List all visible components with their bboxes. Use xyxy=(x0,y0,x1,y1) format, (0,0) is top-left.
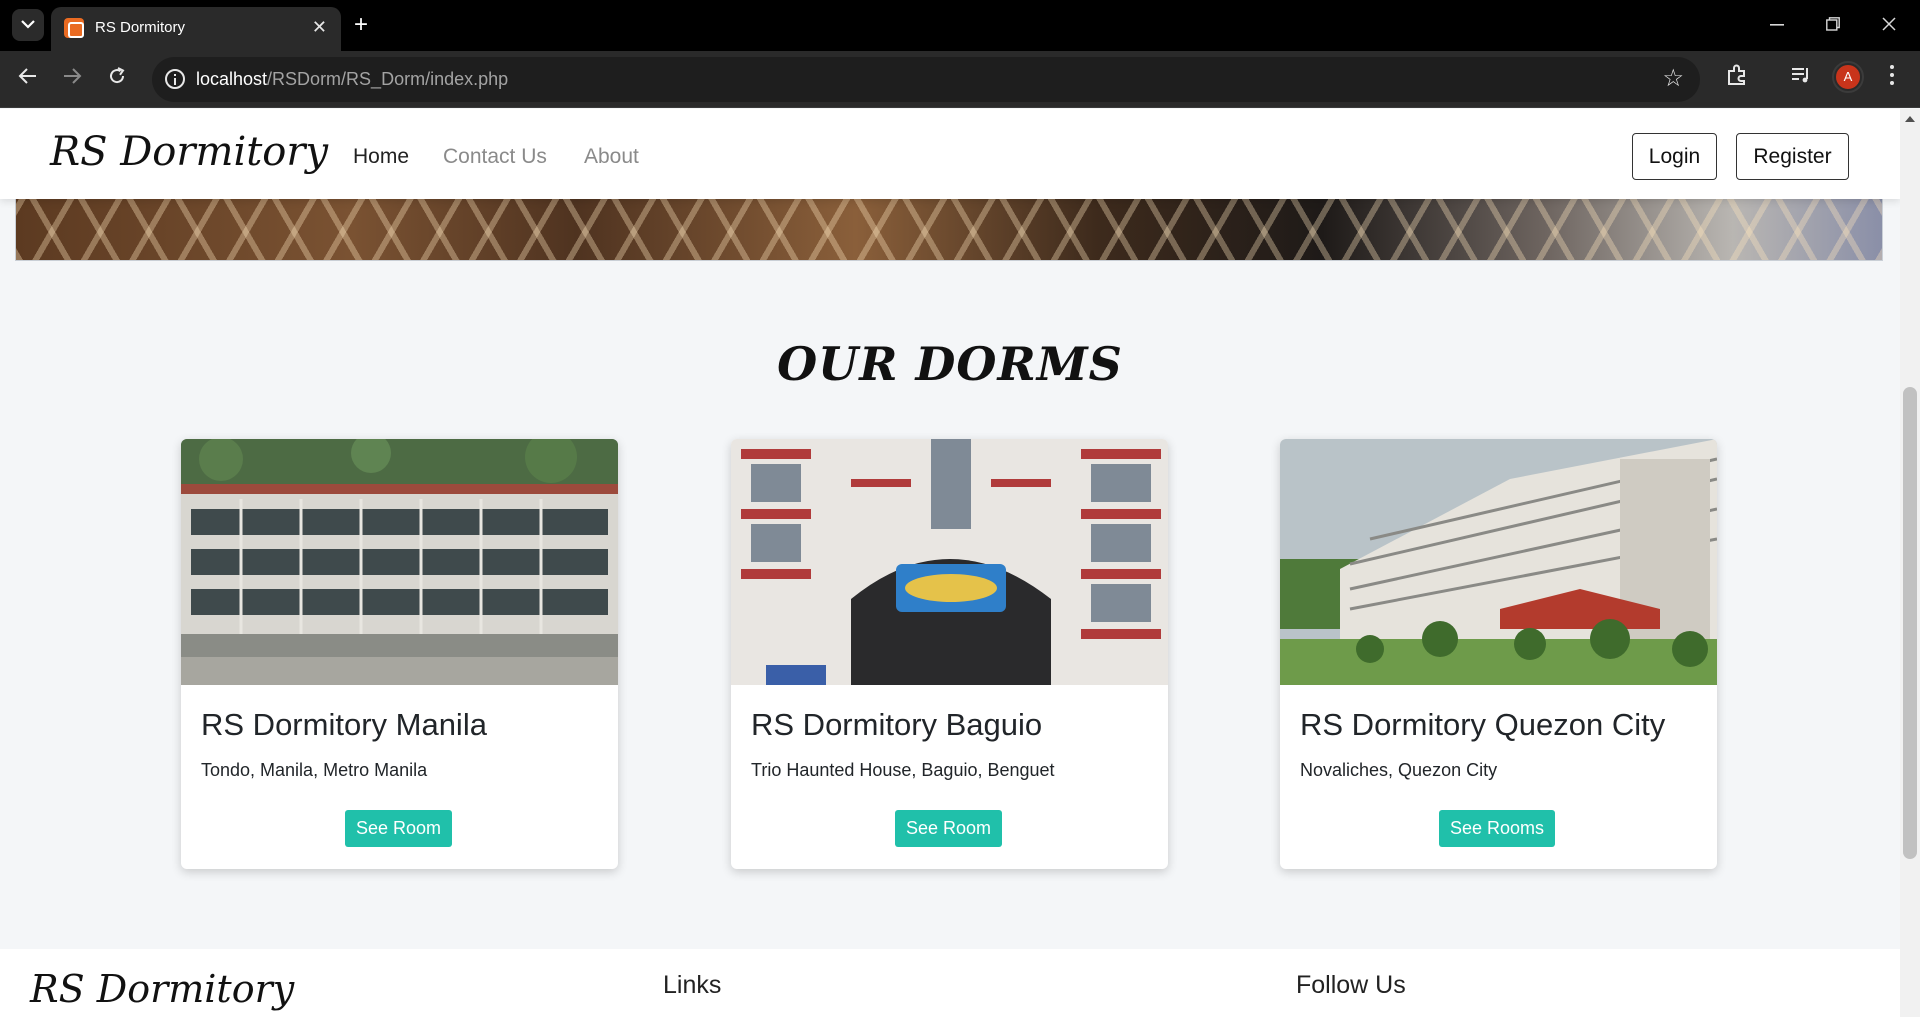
dorm-quezon-city-photo xyxy=(1280,439,1717,685)
dorm-manila-photo xyxy=(181,439,618,685)
address-bar[interactable]: localhost/RSDorm/RS_Dorm/index.php ☆ xyxy=(152,57,1700,102)
scrollbar-thumb[interactable] xyxy=(1903,387,1917,859)
see-rooms-button-quezon-city[interactable]: See Rooms xyxy=(1439,810,1556,847)
forward-arrow-icon[interactable] xyxy=(62,66,82,86)
see-room-button-manila[interactable]: See Room xyxy=(345,810,453,847)
extensions-icon[interactable] xyxy=(1726,64,1748,86)
dorm-card-baguio: RS Dormitory Baguio Trio Haunted House, … xyxy=(731,439,1168,869)
footer-links-heading: Links xyxy=(663,971,722,999)
dorm-location: Novaliches, Quezon City xyxy=(1300,760,1498,780)
media-control-icon[interactable] xyxy=(1790,64,1812,86)
page-viewport: RS Dormitory Home Contact Us About Login… xyxy=(0,109,1900,1017)
register-button[interactable]: Register xyxy=(1736,133,1849,180)
new-tab-button[interactable]: + xyxy=(354,11,368,39)
nav-link-home[interactable]: Home xyxy=(353,145,409,169)
tab-search-button[interactable] xyxy=(12,9,44,41)
dorm-location: Trio Haunted House, Baguio, Benguet xyxy=(751,760,1055,780)
close-window-icon[interactable] xyxy=(1882,17,1896,31)
site-info-icon[interactable] xyxy=(165,69,185,89)
tab-title: RS Dormitory xyxy=(95,19,186,36)
back-arrow-icon[interactable] xyxy=(18,66,38,86)
dorm-card-quezon-city: RS Dormitory Quezon City Novaliches, Que… xyxy=(1280,439,1717,869)
minimize-icon[interactable] xyxy=(1770,24,1784,26)
dorm-location: Tondo, Manila, Metro Manila xyxy=(201,760,428,780)
dorm-card-manila: RS Dormitory Manila Tondo, Manila, Metro… xyxy=(181,439,618,869)
our-dorms-heading: OUR DORMS xyxy=(777,337,1123,391)
site-navbar: RS Dormitory Home Contact Us About Login… xyxy=(0,109,1900,199)
browser-toolbar: localhost/RSDorm/RS_Dorm/index.php ☆ A xyxy=(0,51,1920,108)
nav-link-about[interactable]: About xyxy=(584,145,639,169)
bookmark-star-icon[interactable]: ☆ xyxy=(1662,66,1684,92)
restore-icon[interactable] xyxy=(1826,17,1840,31)
footer-follow-heading: Follow Us xyxy=(1296,971,1406,999)
page-scrollbar[interactable] xyxy=(1900,109,1920,1017)
scroll-up-icon[interactable] xyxy=(1905,116,1915,122)
dorm-name: RS Dormitory Quezon City xyxy=(1300,707,1666,742)
chevron-down-icon xyxy=(21,20,35,29)
see-room-button-baguio[interactable]: See Room xyxy=(895,810,1003,847)
site-brand-logo[interactable]: RS Dormitory xyxy=(50,129,328,175)
footer-brand: RS Dormitory xyxy=(30,967,295,1011)
close-tab-icon[interactable]: ✕ xyxy=(312,17,327,37)
profile-avatar[interactable]: A xyxy=(1832,61,1864,93)
nav-link-contact-us[interactable]: Contact Us xyxy=(443,145,547,169)
site-footer: RS Dormitory Links Follow Us xyxy=(0,949,1900,1017)
xampp-favicon-icon xyxy=(64,18,84,38)
url-text[interactable]: localhost/RSDorm/RS_Dorm/index.php xyxy=(196,69,508,90)
browser-menu-icon[interactable] xyxy=(1890,65,1894,89)
browser-tab-strip: RS Dormitory ✕ + xyxy=(0,0,1920,51)
active-tab[interactable]: RS Dormitory ✕ xyxy=(51,7,341,51)
dorm-name: RS Dormitory Baguio xyxy=(751,707,1043,742)
dorm-baguio-photo xyxy=(731,439,1168,685)
login-button[interactable]: Login xyxy=(1632,133,1717,180)
dorm-name: RS Dormitory Manila xyxy=(201,707,487,742)
reload-icon[interactable] xyxy=(107,66,127,86)
